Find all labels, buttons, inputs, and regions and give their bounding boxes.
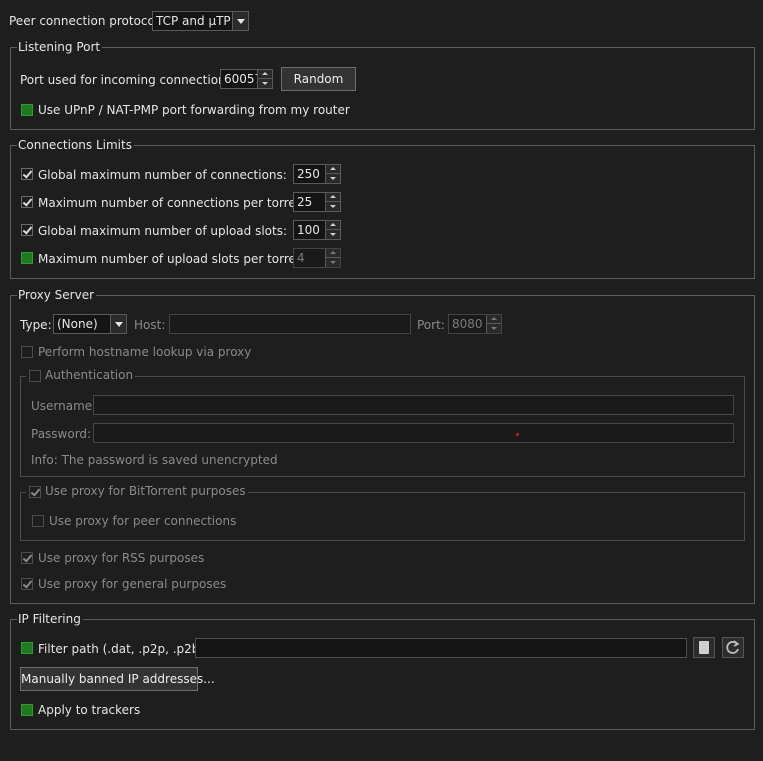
spin-up-icon[interactable] bbox=[326, 165, 340, 174]
proxy-type-label: Type: bbox=[20, 318, 52, 332]
manually-banned-ips-button[interactable]: Manually banned IP addresses... bbox=[20, 667, 215, 691]
spin-up-icon[interactable] bbox=[326, 249, 340, 258]
peer-protocol-label: Peer connection protocol: bbox=[9, 14, 163, 28]
peer-protocol-value: TCP and µTP bbox=[156, 14, 231, 28]
reload-icon[interactable] bbox=[722, 637, 744, 658]
per-torrent-upload-slots-value: 4 bbox=[297, 251, 305, 265]
spin-up-icon[interactable] bbox=[326, 193, 340, 202]
filter-path-checkbox[interactable] bbox=[21, 642, 33, 654]
general-proxy-label: Use proxy for general purposes bbox=[38, 577, 227, 591]
authentication-title: Authentication bbox=[44, 368, 136, 382]
global-connections-checkbox[interactable] bbox=[21, 168, 33, 180]
per-torrent-connections-spinbox[interactable]: 25 bbox=[293, 192, 341, 212]
per-torrent-connections-checkbox[interactable] bbox=[21, 196, 33, 208]
spin-down-icon[interactable] bbox=[326, 258, 340, 267]
password-info-label: Info: The password is saved unencrypted bbox=[31, 453, 278, 467]
upnp-checkbox[interactable] bbox=[21, 104, 33, 116]
spin-up-icon[interactable] bbox=[258, 70, 272, 79]
peer-protocol-combo[interactable]: TCP and µTP bbox=[152, 11, 249, 31]
per-torrent-upload-slots-spinbox[interactable]: 4 bbox=[293, 248, 341, 268]
rss-proxy-checkbox[interactable] bbox=[21, 552, 33, 564]
global-upload-slots-label: Global maximum number of upload slots: bbox=[38, 224, 288, 238]
proxy-host-input[interactable] bbox=[169, 314, 411, 334]
global-upload-slots-checkbox[interactable] bbox=[21, 224, 33, 236]
password-indicator-dot bbox=[516, 433, 519, 436]
per-torrent-connections-value: 25 bbox=[297, 195, 313, 209]
connection-limits-title: Connections Limits bbox=[17, 138, 134, 152]
authentication-checkbox[interactable] bbox=[29, 370, 41, 382]
proxy-port-label: Port: bbox=[417, 318, 445, 332]
listening-port-title: Listening Port bbox=[17, 40, 103, 54]
password-input[interactable] bbox=[93, 423, 734, 443]
password-label: Password: bbox=[31, 427, 92, 441]
spin-up-icon[interactable] bbox=[326, 221, 340, 230]
bittorrent-proxy-title: Use proxy for BitTorrent purposes bbox=[44, 484, 248, 498]
ip-filtering-title: IP Filtering bbox=[17, 612, 83, 626]
spin-down-icon[interactable] bbox=[487, 324, 501, 333]
global-upload-slots-value: 100 bbox=[297, 223, 320, 237]
general-proxy-checkbox[interactable] bbox=[21, 578, 33, 590]
username-label: Username: bbox=[31, 399, 97, 413]
proxy-type-combo[interactable]: (None) bbox=[53, 314, 127, 334]
per-torrent-upload-slots-label: Maximum number of upload slots per torre… bbox=[38, 252, 313, 266]
incoming-port-label: Port used for incoming connections: bbox=[20, 73, 236, 87]
global-connections-value: 250 bbox=[297, 167, 320, 181]
peer-connections-proxy-checkbox[interactable] bbox=[32, 515, 44, 527]
upnp-label: Use UPnP / NAT-PMP port forwarding from … bbox=[38, 103, 350, 117]
hostname-lookup-checkbox[interactable] bbox=[21, 346, 33, 358]
global-connections-spinbox[interactable]: 250 bbox=[293, 164, 341, 184]
peer-connections-proxy-label: Use proxy for peer connections bbox=[49, 514, 237, 528]
proxy-server-title: Proxy Server bbox=[17, 288, 97, 302]
spin-down-icon[interactable] bbox=[326, 202, 340, 211]
proxy-port-value: 8080 bbox=[452, 317, 483, 331]
chevron-down-icon bbox=[232, 12, 248, 30]
proxy-type-value: (None) bbox=[57, 317, 98, 331]
apply-trackers-label: Apply to trackers bbox=[38, 703, 141, 717]
folder-icon[interactable] bbox=[693, 637, 715, 658]
username-input[interactable] bbox=[93, 395, 734, 415]
global-upload-slots-spinbox[interactable]: 100 bbox=[293, 220, 341, 240]
spin-down-icon[interactable] bbox=[258, 79, 272, 88]
bittorrent-proxy-checkbox[interactable] bbox=[29, 486, 41, 498]
apply-trackers-checkbox[interactable] bbox=[21, 704, 33, 716]
global-connections-label: Global maximum number of connections: bbox=[38, 168, 287, 182]
per-torrent-connections-label: Maximum number of connections per torren… bbox=[38, 196, 313, 210]
spin-down-icon[interactable] bbox=[326, 174, 340, 183]
proxy-port-spinbox[interactable]: 8080 bbox=[448, 314, 502, 334]
hostname-lookup-label: Perform hostname lookup via proxy bbox=[38, 345, 252, 359]
proxy-host-label: Host: bbox=[134, 318, 166, 332]
spin-down-icon[interactable] bbox=[326, 230, 340, 239]
chevron-down-icon bbox=[110, 315, 126, 333]
per-torrent-upload-slots-checkbox[interactable] bbox=[21, 252, 33, 264]
spin-up-icon[interactable] bbox=[487, 315, 501, 324]
filter-path-input[interactable] bbox=[195, 638, 687, 658]
incoming-port-spinbox[interactable]: 60057 bbox=[220, 69, 273, 89]
filter-path-label: Filter path (.dat, .p2p, .p2b): bbox=[38, 642, 209, 656]
rss-proxy-label: Use proxy for RSS purposes bbox=[38, 551, 205, 565]
random-port-button[interactable]: Random bbox=[281, 67, 356, 91]
